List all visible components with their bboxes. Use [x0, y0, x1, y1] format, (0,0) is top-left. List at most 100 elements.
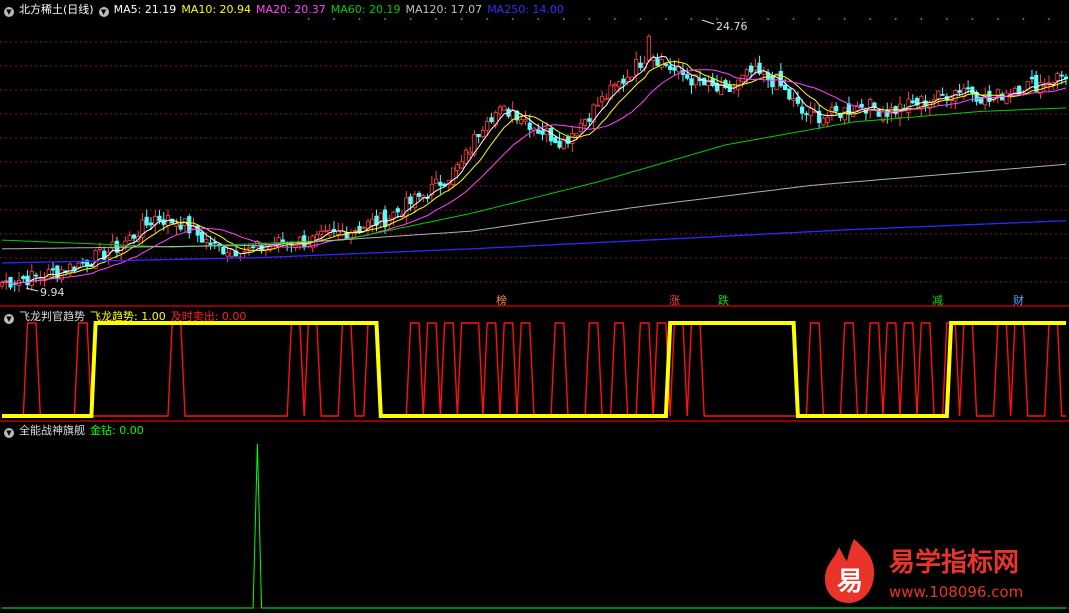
- candle: [923, 94, 928, 112]
- candle: [570, 125, 575, 153]
- candle: [153, 209, 158, 233]
- candle: [736, 79, 741, 97]
- candle: [961, 83, 966, 100]
- candle: [914, 96, 920, 110]
- candle: [880, 106, 886, 124]
- candle: [859, 99, 864, 109]
- candle: [727, 80, 732, 92]
- event-dot: [869, 18, 872, 20]
- collapse-icon[interactable]: ▼: [4, 7, 14, 17]
- collapse-icon[interactable]: ▼: [4, 428, 14, 438]
- candle: [293, 244, 298, 252]
- ma-label-3: MA60: 20.19: [330, 3, 401, 16]
- high-arrow: [701, 19, 715, 25]
- event-dot: [613, 18, 616, 20]
- candle: [987, 85, 992, 107]
- candle: [668, 58, 673, 74]
- candle: [59, 265, 64, 284]
- candle: [655, 53, 660, 67]
- candle: [885, 102, 890, 124]
- candle: [323, 224, 328, 233]
- event-marker-1: 涨: [669, 294, 680, 307]
- candle: [136, 230, 141, 244]
- candle: [361, 225, 366, 230]
- watermark-url: www.108096.com: [889, 583, 1023, 601]
- candle: [842, 107, 847, 125]
- candle: [459, 155, 464, 169]
- event-dot: [460, 18, 463, 20]
- candle: [638, 55, 643, 71]
- candle: [557, 133, 562, 150]
- candle: [599, 90, 605, 110]
- candle: [1004, 89, 1009, 105]
- ma-label-5: MA250: 14.00: [487, 3, 564, 16]
- ma-label-4: MA120: 17.07: [405, 3, 483, 16]
- candle: [612, 82, 617, 92]
- chart-canvas: [0, 18, 1069, 609]
- ma10-line: [1, 60, 1067, 285]
- event-dot: [358, 18, 361, 20]
- candle: [387, 214, 392, 230]
- candle: [821, 116, 826, 127]
- candle: [50, 261, 56, 279]
- candle: [187, 214, 192, 239]
- candle: [740, 74, 745, 88]
- event-dot: [945, 18, 948, 20]
- candle: [212, 237, 217, 249]
- indicator1-header: ▼ 飞龙判官趋势 飞龙趋势: 1.00 及时卖出: 0.00: [4, 310, 251, 324]
- event-dot: [767, 18, 769, 20]
- candle: [846, 96, 852, 123]
- candle: [55, 264, 60, 282]
- collapse-icon[interactable]: ▼: [4, 314, 14, 324]
- watermark-name: 易学指标网: [889, 547, 1019, 578]
- sell-signal-line: [2, 322, 1066, 417]
- event-dot: [920, 18, 923, 20]
- candle: [382, 205, 388, 234]
- candle: [910, 94, 915, 105]
- candle: [140, 213, 145, 244]
- event-dot: [843, 18, 846, 20]
- event-dot: [997, 18, 999, 20]
- candle: [195, 224, 200, 243]
- candle: [817, 104, 822, 130]
- indicator1-sell-value: 及时卖出: 0.00: [170, 310, 247, 323]
- event-dot: [537, 18, 540, 20]
- candle: [774, 73, 779, 91]
- event-dot: [1048, 18, 1050, 20]
- candle: [604, 93, 609, 101]
- candle: [67, 261, 73, 277]
- settings-icon[interactable]: ▼: [98, 7, 109, 17]
- candle: [434, 170, 439, 184]
- ma120-line: [1, 163, 1067, 250]
- candle: [595, 96, 600, 107]
- candle: [663, 63, 669, 68]
- main-chart-header: ▼ 北方稀土(日线) ▼ MA5: 21.19 MA10: 20.94 MA20: 20.…: [4, 3, 574, 17]
- event-marker-4: 财: [1013, 294, 1024, 307]
- indicator2-diamond-value: 金钻: 0.00: [90, 424, 144, 437]
- candle: [16, 271, 22, 293]
- event-marker-0: 榜: [496, 294, 507, 307]
- indicator1-trend-value: 飞龙趋势: 1.00: [90, 310, 166, 323]
- candle: [310, 234, 315, 253]
- candle: [787, 88, 792, 101]
- candle: [1055, 71, 1060, 90]
- candle: [348, 229, 354, 245]
- event-dot: [894, 18, 897, 20]
- candle: [757, 55, 762, 76]
- low-price-label: 9.94: [40, 286, 65, 299]
- candle: [404, 191, 409, 225]
- event-marker-2: 跌: [718, 294, 729, 307]
- candle: [936, 90, 941, 106]
- candle: [110, 233, 115, 252]
- candle: [144, 209, 149, 229]
- candle: [429, 176, 434, 201]
- candle: [634, 51, 639, 83]
- candle: [29, 264, 34, 291]
- indicator2-header: ▼ 全能战神旗舰 金钻: 0.00: [4, 424, 149, 438]
- event-dot: [511, 18, 514, 20]
- candle: [578, 118, 583, 134]
- candle: [229, 249, 234, 259]
- event-dot: [665, 18, 667, 20]
- candle: [416, 191, 422, 201]
- event-dot: [588, 18, 591, 20]
